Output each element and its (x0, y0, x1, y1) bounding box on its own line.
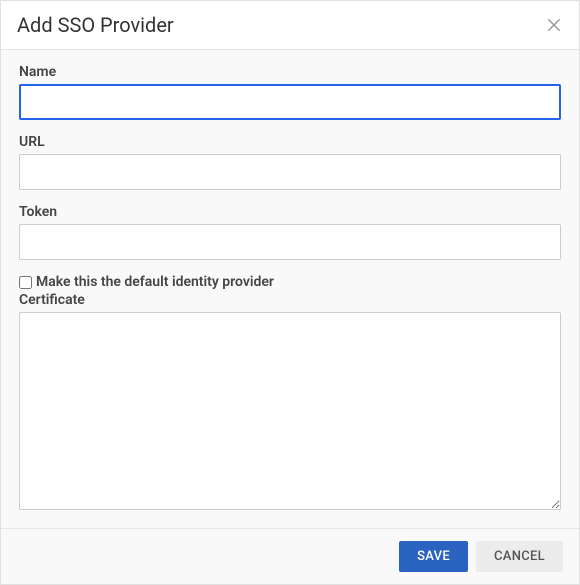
certificate-group: Certificate (19, 292, 561, 514)
add-sso-provider-dialog: Add SSO Provider Name URL Token Make thi… (0, 0, 580, 585)
dialog-body: Name URL Token Make this the default ide… (1, 50, 579, 528)
url-group: URL (19, 134, 561, 190)
cancel-button[interactable]: CANCEL (476, 541, 563, 572)
dialog-footer: SAVE CANCEL (1, 528, 579, 584)
certificate-label: Certificate (19, 292, 561, 308)
dialog-title: Add SSO Provider (17, 13, 174, 37)
token-input[interactable] (19, 224, 561, 260)
token-label: Token (19, 204, 561, 220)
url-label: URL (19, 134, 561, 150)
default-provider-checkbox[interactable] (19, 276, 32, 289)
certificate-textarea[interactable] (19, 312, 561, 510)
dialog-header: Add SSO Provider (1, 1, 579, 50)
close-icon[interactable] (545, 16, 563, 34)
name-group: Name (19, 64, 561, 120)
save-button[interactable]: SAVE (399, 541, 468, 572)
token-group: Token (19, 204, 561, 260)
url-input[interactable] (19, 154, 561, 190)
name-input[interactable] (19, 84, 561, 120)
default-provider-label[interactable]: Make this the default identity provider (36, 274, 274, 290)
default-provider-row: Make this the default identity provider (19, 274, 561, 290)
name-label: Name (19, 64, 561, 80)
